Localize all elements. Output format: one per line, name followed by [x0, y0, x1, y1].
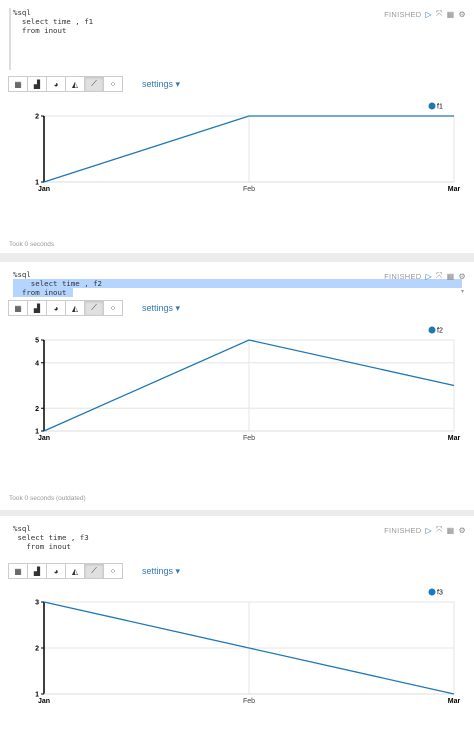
x-tick-label: Mar	[448, 698, 461, 705]
paragraph-2: %sql select time , f2 from inout ▾ FINIS…	[0, 262, 474, 510]
x-tick-label: Jan	[38, 435, 50, 442]
y-tick-label: 2	[35, 114, 39, 121]
legend-swatch	[428, 326, 436, 334]
y-tick-label: 5	[35, 338, 39, 345]
line-chart: 1245Jan Feb Marf2	[35, 326, 461, 442]
y-tick-label: 2	[35, 406, 39, 413]
x-tick-label: Jan	[38, 186, 50, 193]
y-tick-label: 4	[35, 360, 39, 367]
took-text: Took 0 seconds (outdated)	[9, 495, 86, 502]
x-tick-label: Mar	[448, 186, 461, 193]
line-chart: 12Jan Feb Marf1	[35, 102, 461, 193]
x-tick-label: Mar	[448, 435, 461, 442]
y-tick-label: 2	[35, 646, 39, 653]
y-tick-label: 3	[35, 600, 39, 607]
x-tick-label: Feb	[243, 435, 255, 442]
x-tick-label: Feb	[243, 698, 255, 705]
line-chart: 123Jan Feb Marf3	[35, 588, 461, 705]
x-tick-label: Feb	[243, 186, 255, 193]
legend-label: f3	[437, 590, 443, 597]
legend-swatch	[428, 588, 436, 596]
paragraph-1: %sql select time , f1 from inout FINISHE…	[0, 0, 474, 253]
x-tick-label: Jan	[38, 698, 50, 705]
legend-label: f1	[437, 104, 443, 111]
paragraph-3: %sql select time , f3 from inout FINISHE…	[0, 516, 474, 734]
legend-label: f2	[437, 328, 443, 335]
took-text: Took 0 seconds	[9, 241, 55, 248]
legend-swatch	[428, 102, 436, 110]
